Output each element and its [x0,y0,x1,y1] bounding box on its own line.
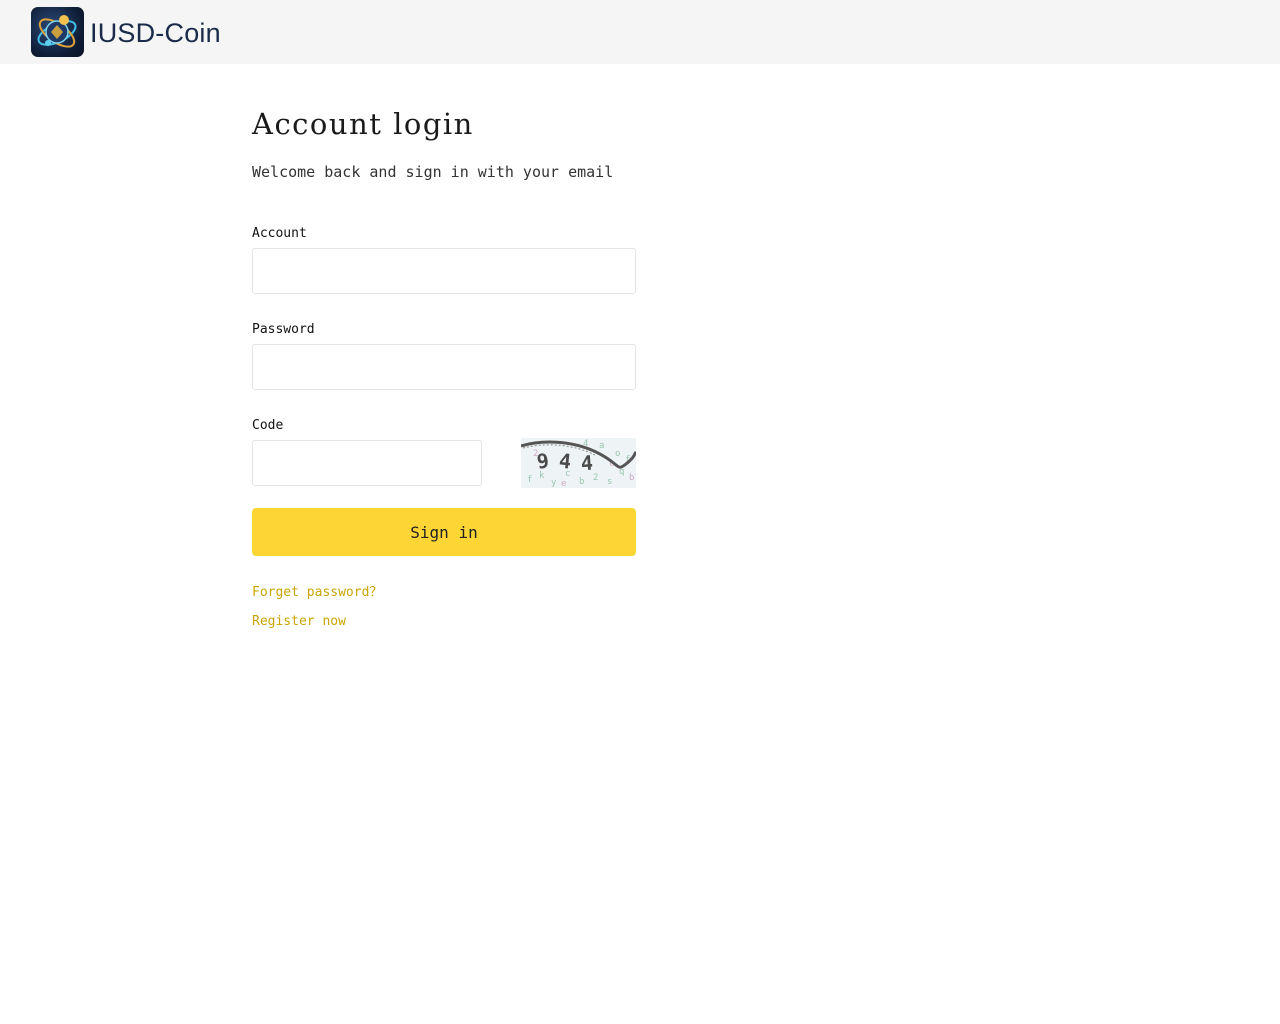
brand-name: IUSD-Coin [90,18,221,48]
svg-text:y: y [551,478,557,488]
top-header: IUSD-Coin [0,0,1280,64]
svg-text:2: 2 [593,473,598,483]
svg-text:b: b [579,477,584,487]
svg-text:b: b [629,473,634,483]
svg-text:f: f [527,475,532,485]
captcha-glyph: 4 [558,448,572,473]
code-label: Code [252,418,284,433]
captcha-image[interactable]: fky cb2 sqf oa4 2ec b 9 4 4 [521,438,636,488]
password-input[interactable] [252,344,636,390]
page-title: Account login [252,107,474,141]
captcha-picture: f ky cb 2 sqf oa4 2ec b 9 4 4 [521,438,636,488]
captcha-glyph: 4 [580,451,594,476]
sign-in-button[interactable]: Sign in [252,508,636,556]
svg-text:e: e [561,479,566,488]
password-label: Password [252,322,315,337]
code-input[interactable] [252,440,482,486]
globe-coin-logo-icon [37,15,77,48]
page-subtitle: Welcome back and sign in with your email [252,163,614,181]
register-now-link[interactable]: Register now [252,613,346,631]
svg-text:s: s [607,477,612,487]
svg-text:a: a [599,441,604,451]
brand-logo-icon[interactable] [31,7,84,57]
svg-text:o: o [615,449,620,459]
account-input[interactable] [252,248,636,294]
account-label: Account [252,226,307,241]
forget-password-link[interactable]: Forget password？ [252,584,382,602]
